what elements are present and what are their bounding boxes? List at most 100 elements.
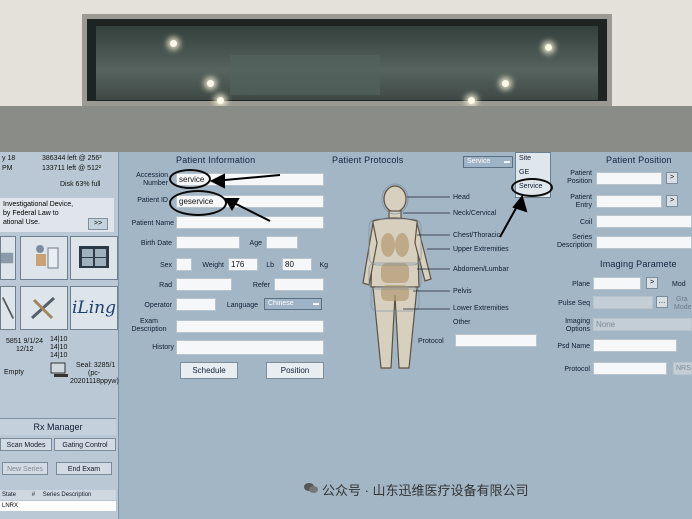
tile-caption: 14|10 (50, 352, 68, 359)
menu-item-site[interactable]: Site (519, 155, 531, 162)
weight-lb-field[interactable]: 176 (228, 258, 258, 271)
psd-name-field[interactable] (593, 339, 677, 352)
patient-name-label: Patient Name (131, 220, 174, 227)
tab-scan-modes[interactable]: Scan Modes (0, 438, 52, 451)
tool-icon (1, 297, 15, 319)
plane-field[interactable] (593, 277, 641, 290)
seal-text: (pc- (88, 370, 101, 377)
tile-caption: 12/12 (16, 346, 34, 353)
exam-description-field[interactable] (176, 320, 324, 333)
new-series-button[interactable]: New Series (2, 462, 48, 475)
tab-gating-control[interactable]: Gating Control (54, 438, 116, 451)
tool-tile-partial[interactable] (0, 286, 16, 330)
notice-line: by Federal Law to (3, 210, 59, 217)
date-text: y 18 (2, 155, 16, 162)
plane-chooser-button[interactable]: > (646, 277, 658, 289)
col-number: # (31, 492, 36, 498)
patient-information-title: Patient Information (176, 155, 256, 165)
plane-label: Plane (572, 281, 590, 288)
birth-date-label: Birth Date (140, 240, 172, 247)
patient-entry-field[interactable] (596, 195, 662, 208)
notice-line: Investigational Device, (3, 201, 74, 208)
patient-chair-icon (36, 245, 59, 269)
body-part-other[interactable]: Other (453, 319, 471, 326)
annotation-arrows (209, 173, 528, 238)
scanner-icon (1, 252, 14, 264)
window-reflection (230, 55, 380, 95)
weight-kg-field[interactable]: 80 (282, 258, 312, 271)
history-field[interactable] (176, 340, 324, 355)
wechat-icon (304, 483, 318, 493)
pulse-seq-chooser-button[interactable]: … (656, 296, 668, 308)
patient-entry-label: Patient Entry (570, 194, 592, 209)
body-part-pelvis[interactable]: Pelvis (453, 288, 472, 295)
wrench-icon (30, 296, 56, 320)
sex-field[interactable] (176, 258, 192, 271)
body-part-upper-extremities[interactable]: Upper Extremities (453, 246, 509, 253)
body-part-abdomen[interactable]: Abdomen/Lumbar (453, 266, 509, 273)
viewer-tile[interactable] (20, 236, 68, 280)
protocol-field[interactable] (455, 334, 537, 347)
seal-text: 20201118ppyw) (70, 378, 119, 385)
end-exam-button[interactable]: End Exam (56, 462, 112, 475)
patient-protocols-title: Patient Protocols (332, 155, 404, 165)
ceiling-light (468, 97, 475, 104)
imaging-protocol-field[interactable] (593, 362, 667, 375)
queue-status: Empty (4, 369, 24, 376)
language-dropdown[interactable]: Chinese ▬ (264, 298, 322, 310)
position-button[interactable]: Position (266, 362, 324, 379)
language-value: Chinese (268, 300, 294, 307)
ceiling-light (217, 97, 224, 104)
ceiling-light (207, 80, 214, 87)
ceiling-light (170, 40, 177, 47)
row-state: LNRX (2, 503, 19, 509)
iling-tile[interactable]: iLing (70, 286, 118, 330)
arrow-right-icon: > (649, 279, 655, 286)
position-chooser-button[interactable]: > (666, 172, 678, 184)
arrow-right-icon: > (669, 174, 675, 181)
arrow-right-icon: > (669, 197, 675, 204)
protocol-label: Protocol (418, 338, 444, 345)
coil-field[interactable] (596, 215, 692, 228)
pulse-seq-field[interactable] (593, 296, 653, 309)
nrs-button[interactable]: NRS (673, 362, 692, 375)
operator-field[interactable] (176, 298, 216, 311)
display-tile[interactable] (70, 236, 118, 280)
tool-tile-partial[interactable] (0, 236, 16, 280)
schedule-button[interactable]: Schedule (180, 362, 238, 379)
col-series-description: Series Description (42, 492, 92, 498)
ceiling-light (502, 80, 509, 87)
time-text: PM (2, 165, 13, 172)
service-tile[interactable] (20, 286, 68, 330)
refer-field[interactable] (274, 278, 324, 291)
patient-position-field[interactable] (596, 172, 662, 185)
monitor-grid-icon (79, 246, 109, 268)
notice-more-button[interactable]: >> (88, 218, 108, 230)
ellipsis-icon: … (658, 298, 666, 305)
tile-caption: 5851 9/1/24 (6, 338, 43, 345)
patient-position-title: Patient Position (606, 155, 672, 165)
body-part-lower-extremities[interactable]: Lower Extremities (453, 305, 509, 312)
patient-position-label: Patient Position (567, 170, 592, 185)
iling-logo: iLing (72, 298, 116, 318)
imaging-protocol-label: Protocol (564, 366, 590, 373)
coil-label: Coil (579, 219, 592, 226)
accession-number-label: Accession Number (136, 172, 168, 187)
rad-field[interactable] (176, 278, 232, 291)
series-description-label: Series Description (556, 234, 592, 249)
rx-manager-title: Rx Manager (0, 418, 116, 435)
imaging-options-field[interactable]: None (593, 318, 692, 331)
series-table-header: State # Series Description (0, 490, 116, 500)
history-label: History (152, 344, 174, 351)
imaging-options-label: Imaging Options (565, 318, 590, 333)
series-description-field[interactable] (596, 236, 692, 249)
entry-chooser-button[interactable]: > (666, 195, 678, 207)
psd-name-label: Psd Name (557, 343, 590, 350)
patient-id-label: Patient ID (137, 197, 168, 204)
tile-caption: 14|10 (50, 344, 68, 351)
col-state: State (2, 492, 17, 498)
mode-label-2: Mode (674, 304, 692, 311)
exam-description-label: Exam Description (131, 318, 167, 333)
table-row[interactable]: LNRX (0, 501, 116, 511)
disk-usage: Disk 63% full (60, 181, 101, 188)
